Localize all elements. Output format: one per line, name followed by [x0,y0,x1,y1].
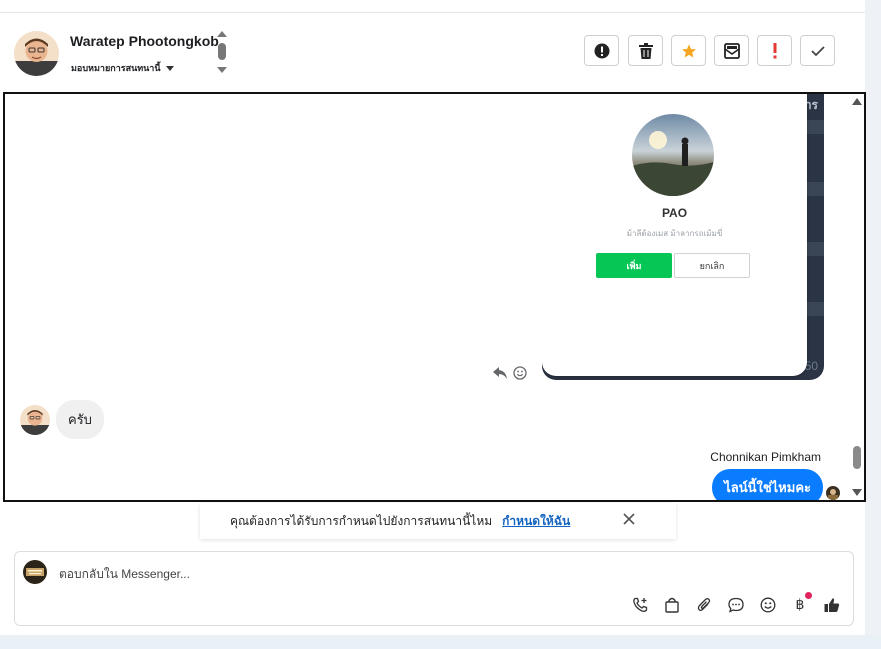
contact-name[interactable]: Waratep Phootongkob [70,33,219,49]
star-icon [681,43,696,58]
baht-icon[interactable]: ฿ [791,592,812,614]
assign-label: มอบหมายการสนทนานี้ [71,63,161,73]
contact-avatar[interactable] [14,31,59,76]
shared-image-message[interactable]: าร วันที่ 11:27:50 [542,94,824,380]
composer-toolbar: ฿ [631,592,841,614]
close-icon[interactable] [622,512,636,526]
message-actions [493,366,527,380]
friend-status: ม้าลีต้องเมส ม้าลากรถเม้มขี่ [626,229,723,238]
seen-avatar [826,486,840,500]
shopping-bag-icon[interactable] [663,596,681,614]
scroll-down-arrow-icon[interactable] [852,489,862,496]
check-icon [810,45,825,56]
assign-banner: คุณต้องการได้รับการกำหนดไปยังการสนทนานี้… [200,503,676,539]
flag-button[interactable] [757,35,792,66]
message-thread[interactable]: าร วันที่ 11:27:50 [3,92,866,502]
baht-symbol: ฿ [795,597,805,613]
sender-avatar [20,404,50,435]
thumbs-up-icon[interactable] [823,596,841,614]
exclamation-icon [773,42,776,58]
spam-button[interactable] [584,35,619,66]
add-friend-button[interactable]: เพิ่ม [596,253,672,278]
thread-scrollbar[interactable] [850,94,864,500]
call-plus-icon[interactable] [631,596,649,614]
star-button[interactable] [671,35,706,66]
received-message-row: ครับ [20,400,104,439]
conversation-header: Waratep Phootongkob มอบหมายการสนทนานี้ [0,13,865,91]
archive-button[interactable] [714,35,749,66]
sender-name: Chonnikan Pimkham [710,450,821,464]
smiley-icon[interactable] [759,596,777,614]
page-background-bottom [0,635,881,649]
delete-button[interactable] [628,35,663,66]
paperclip-icon[interactable] [695,596,713,614]
chat-bubble-icon[interactable] [727,596,745,614]
assign-dropdown[interactable]: มอบหมายการสนทนานี้ [71,61,174,75]
scroll-up-arrow-icon[interactable] [852,98,862,105]
caret-down-icon [165,65,174,71]
friend-profile-photo [632,114,714,196]
assign-to-me-link[interactable]: กำหนดให้ฉัน [502,512,570,531]
trash-icon [638,42,653,59]
cancel-friend-button[interactable]: ยกเลิก [674,253,750,278]
line-add-friend-card: PAO ม้าลีต้องเมส ม้าลากรถเม้มขี่ เพิ่ม ย… [542,94,807,376]
reply-icon[interactable] [493,367,507,379]
page-avatar [23,560,47,584]
received-message-bubble[interactable]: ครับ [56,400,104,439]
friend-name: PAO [661,206,688,220]
page-background-strip [865,0,881,649]
archive-envelope-icon [723,42,740,59]
reply-composer: ฿ [14,551,854,626]
scrollbar-thumb[interactable] [853,446,861,469]
conversation-nav-stepper[interactable] [216,30,228,76]
exclamation-circle-icon [594,43,609,58]
assign-banner-text: คุณต้องการได้รับการกำหนดไปยังการสนทนานี้… [230,513,493,528]
sent-message-bubble[interactable]: ไลน์นี้ใช่ไหมคะ [712,469,823,500]
notification-dot [805,592,812,599]
reply-input[interactable] [59,567,579,581]
done-button[interactable] [800,35,835,66]
react-smiley-icon[interactable] [513,366,527,380]
